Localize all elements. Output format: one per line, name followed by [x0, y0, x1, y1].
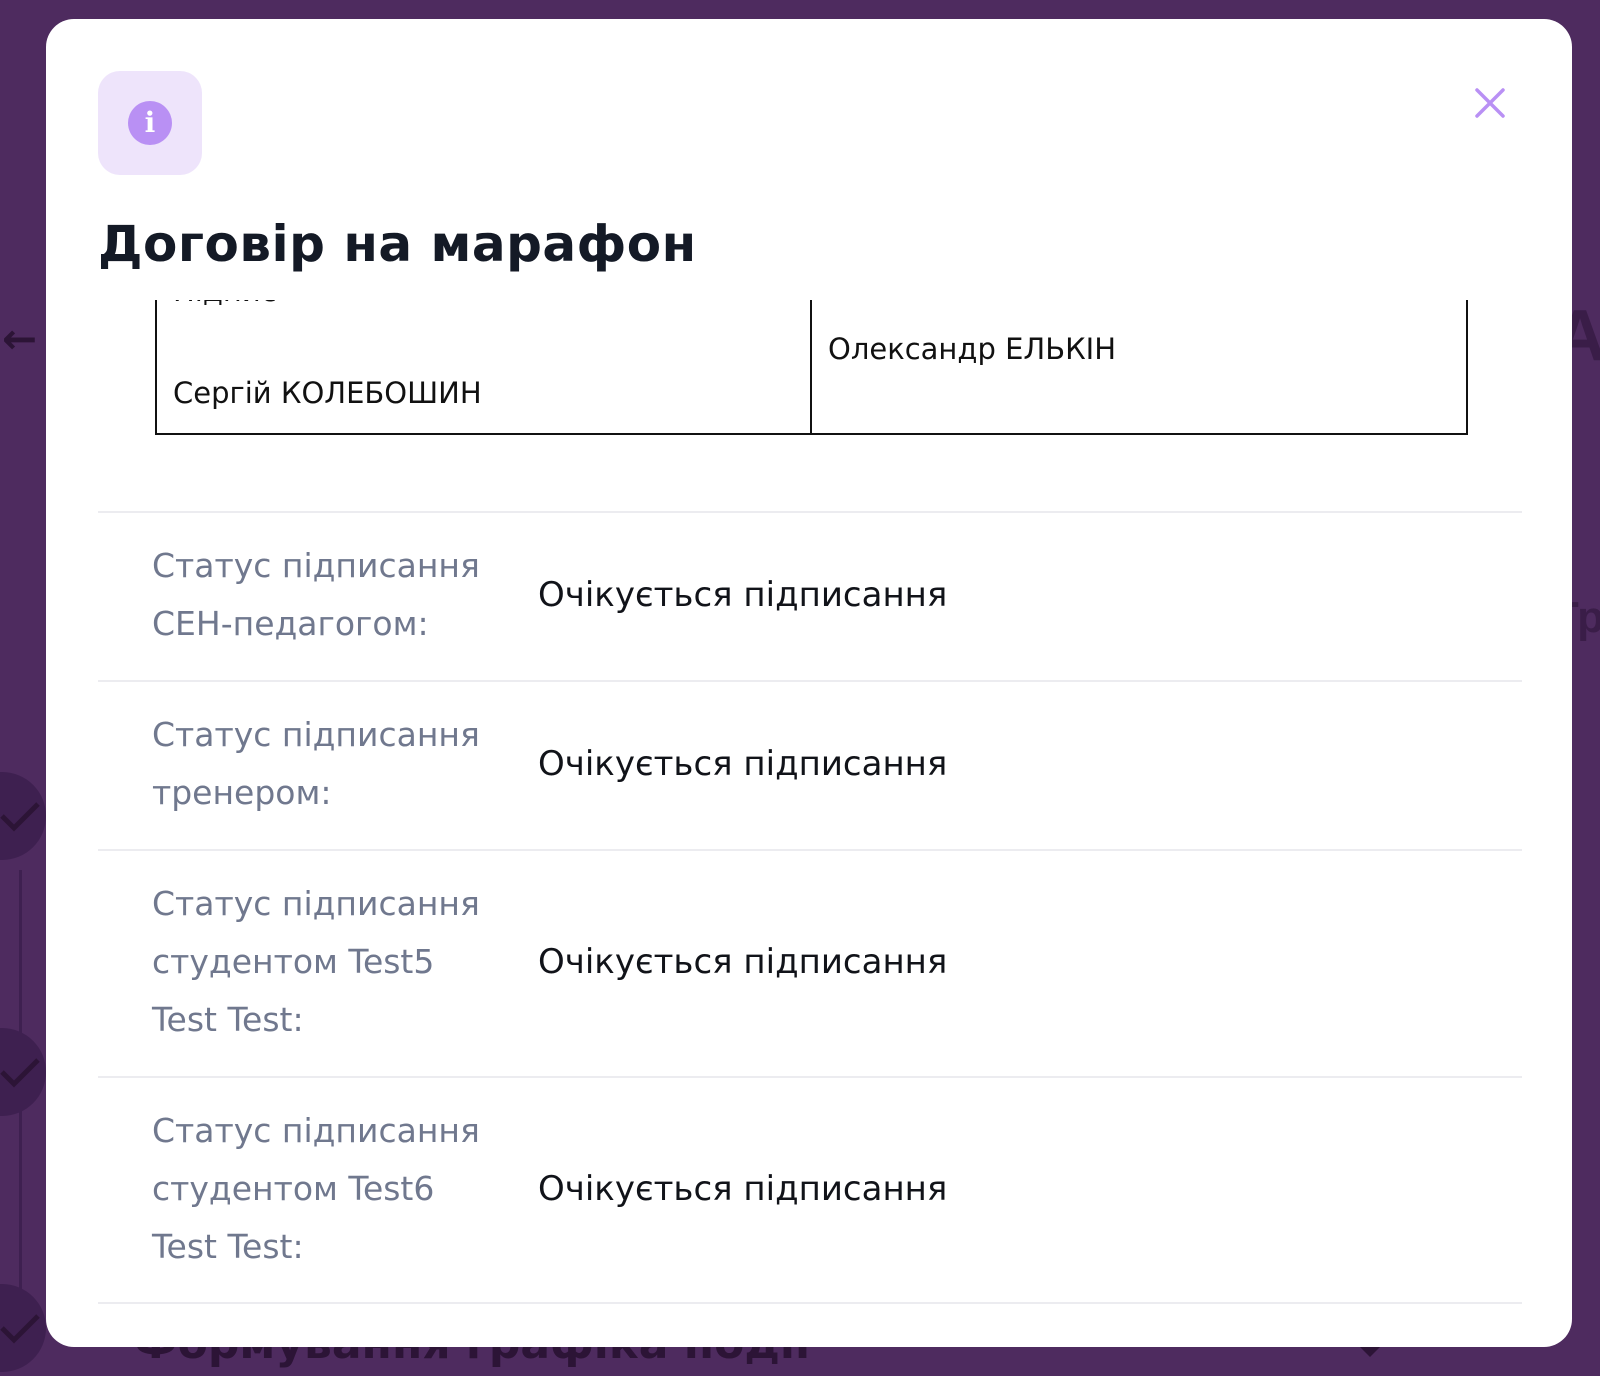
step-complete-icon: [0, 1028, 46, 1116]
status-row: Статус підписання тренером: Очікується п…: [98, 680, 1522, 849]
step-complete-icon: [0, 772, 46, 860]
signing-status-list: Статус підписання СЕН-педагогом: Очікуєт…: [98, 511, 1522, 1304]
info-icon: i: [128, 101, 172, 145]
status-value: Очікується підписання: [538, 942, 948, 982]
status-row: Статус підписання студентом Test5 Test T…: [98, 849, 1522, 1076]
step-complete-icon: [0, 1284, 46, 1372]
modal-title: Договір на марафон: [98, 215, 697, 273]
status-row: Статус підписання студентом Test6 Test T…: [98, 1076, 1522, 1304]
status-value: Очікується підписання: [538, 575, 948, 615]
status-row: Статус підписання СЕН-педагогом: Очікуєт…: [98, 511, 1522, 680]
status-label: Статус підписання студентом Test5 Test T…: [152, 884, 480, 1039]
close-icon[interactable]: [1466, 79, 1514, 127]
signature-table: Підпис Сергій КОЛЕБОШИН Олександр ЕЛЬКІН: [155, 300, 1468, 435]
back-arrow-icon[interactable]: ←: [2, 318, 37, 360]
signature-cell-left: Підпис Сергій КОЛЕБОШИН: [157, 300, 812, 433]
contract-modal: i Договір на марафон Підпис Сергій КОЛЕБ…: [46, 19, 1572, 1347]
signer-name-left: Сергій КОЛЕБОШИН: [173, 376, 482, 410]
status-value: Очікується підписання: [538, 744, 948, 784]
signature-caption: Підпис: [173, 300, 277, 308]
close-button[interactable]: [1466, 79, 1514, 127]
status-label: Статус підписання студентом Test6 Test T…: [152, 1111, 480, 1266]
status-label: Статус підписання тренером:: [152, 715, 480, 812]
modal-scroll-area[interactable]: Підпис Сергій КОЛЕБОШИН Олександр ЕЛЬКІН…: [46, 300, 1572, 1347]
info-badge: i: [98, 71, 202, 175]
status-value: Очікується підписання: [538, 1169, 948, 1209]
signature-cell-right: Олександр ЕЛЬКІН: [812, 300, 1466, 433]
status-label: Статус підписання СЕН-педагогом:: [152, 546, 480, 643]
signer-name-right: Олександр ЕЛЬКІН: [828, 332, 1117, 366]
